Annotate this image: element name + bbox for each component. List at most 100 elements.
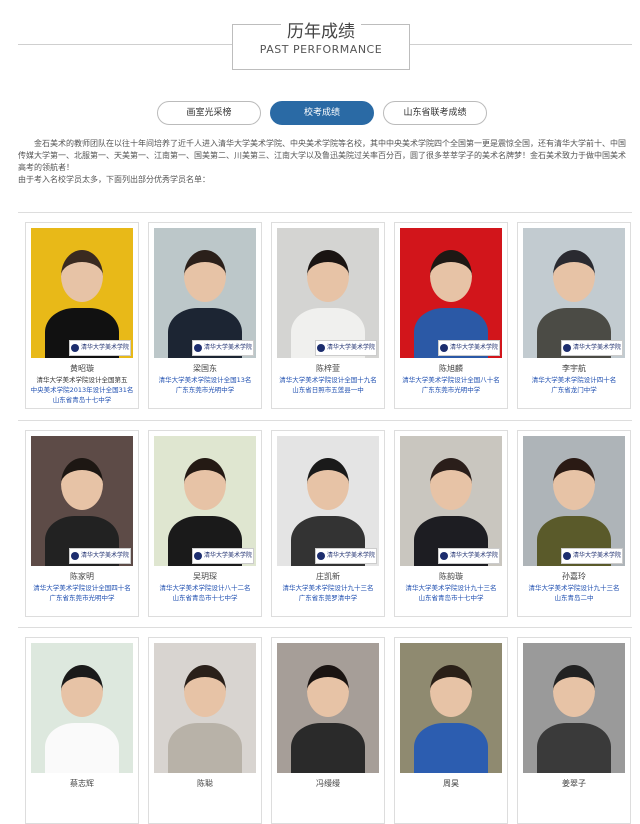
student-name: 陈家明 bbox=[70, 572, 94, 581]
logo-text: 清华大学美术学院 bbox=[572, 344, 621, 351]
student-name: 黄昭璇 bbox=[70, 364, 94, 373]
seal-icon bbox=[316, 551, 325, 560]
header-title-box: 历年成绩 PAST PERFORMANCE bbox=[232, 17, 410, 70]
achievement-line: 山东省青岛市十七中学 bbox=[418, 594, 484, 602]
seal-icon bbox=[439, 343, 448, 352]
student-photo bbox=[154, 643, 256, 773]
student-photo: 清华大学美术学院 bbox=[154, 228, 256, 358]
achievement-line: 山东青岛二中 bbox=[554, 594, 594, 602]
achievement-line: 山东省青岛十七中学 bbox=[52, 396, 112, 404]
photo-head bbox=[553, 665, 595, 717]
student-achievement: 清华大学美术学院设计全国第五 中央美术学院2013年设计全国31名 山东省青岛十七中… bbox=[30, 375, 134, 405]
header-divider-right bbox=[408, 44, 632, 45]
school-logo: 清华大学美术学院 bbox=[561, 340, 623, 356]
student-name: 陈旭麟 bbox=[439, 364, 463, 373]
student-achievement: 清华大学美术学院设计全国13名 广东东莞市光明中学 bbox=[153, 375, 257, 395]
photo-torso bbox=[291, 723, 365, 773]
student-name: 孙嘉玲 bbox=[562, 572, 586, 581]
photo-head bbox=[61, 665, 103, 717]
logo-text: 清华大学美术学院 bbox=[80, 344, 129, 351]
achievement-line: 山东省日照市五莲县一中 bbox=[292, 386, 364, 394]
logo-text: 清华大学美术学院 bbox=[203, 344, 252, 351]
photo-head bbox=[553, 250, 595, 302]
student-name: 陈韵璇 bbox=[439, 572, 463, 581]
logo-text: 清华大学美术学院 bbox=[449, 344, 498, 351]
divider bbox=[18, 627, 632, 628]
student-photo: 清华大学美术学院 bbox=[31, 228, 133, 358]
achievement-line: 清华大学美术学院设计九十三名 bbox=[282, 584, 374, 592]
school-logo: 清华大学美术学院 bbox=[192, 340, 254, 356]
student-name: 蔡志辉 bbox=[70, 779, 94, 788]
student-card[interactable]: 清华大学美术学院 陈梓萱 清华大学美术学院设计全国十九名 山东省日照市五莲县一中 bbox=[271, 222, 385, 409]
seal-icon bbox=[439, 551, 448, 560]
student-card[interactable]: 清华大学美术学院孙嘉玲清华大学美术学院设计九十三名 山东青岛二中 bbox=[517, 430, 631, 617]
achievement-line: 清华大学美术学院设计九十三名 bbox=[528, 584, 620, 592]
intro-paragraph: 金石美术的教师团队在以往十年间培养了近千人进入清华大学美术学院、中央美术学院等名… bbox=[18, 139, 626, 172]
photo-head bbox=[430, 665, 472, 717]
logo-text: 清华大学美术学院 bbox=[572, 552, 621, 559]
photo-head bbox=[61, 458, 103, 510]
logo-text: 清华大学美术学院 bbox=[203, 552, 252, 559]
tab-studio-rankings[interactable]: 画室光采榜 bbox=[157, 101, 261, 125]
divider bbox=[18, 420, 632, 421]
intro-text: 金石美术的教师团队在以往十年间培养了近千人进入清华大学美术学院、中央美术学院等名… bbox=[18, 138, 630, 186]
student-photo bbox=[31, 643, 133, 773]
photo-torso bbox=[537, 723, 611, 773]
student-card[interactable]: 清华大学美术学院 陈旭麟 清华大学美术学院设计全国八十名 广东东莞市光明中学 bbox=[394, 222, 508, 409]
achievement-line: 广东省东莞罗清中学 bbox=[298, 594, 358, 602]
photo-head bbox=[184, 665, 226, 717]
student-card[interactable]: 清华大学美术学院 吴玥琛 清华大学美术学院设计八十二名 山东省青岛市十七中学 bbox=[148, 430, 262, 617]
student-name: 庄凯新 bbox=[316, 572, 340, 581]
student-photo: 清华大学美术学院 bbox=[400, 228, 502, 358]
achievement-line: 清华大学美术学院设计全国13名 bbox=[158, 376, 252, 384]
student-photo: 清华大学美术学院 bbox=[154, 436, 256, 566]
student-photo: 清华大学美术学院 bbox=[523, 436, 625, 566]
student-card[interactable]: 清华大学美术学院陈韵璇清华大学美术学院设计九十三名 山东省青岛市十七中学 bbox=[394, 430, 508, 617]
logo-text: 清华大学美术学院 bbox=[449, 552, 498, 559]
header-divider-left bbox=[18, 44, 232, 45]
school-logo: 清华大学美术学院 bbox=[192, 548, 254, 564]
school-logo: 清华大学美术学院 bbox=[438, 548, 500, 564]
photo-torso bbox=[45, 723, 119, 773]
photo-torso bbox=[414, 723, 488, 773]
student-card[interactable]: 清华大学美术学院 陈家明 清华大学美术学院设计全国四十名 广东省东莞市光明中学 bbox=[25, 430, 139, 617]
achievement-line: 清华大学美术学院设计八十二名 bbox=[159, 584, 251, 592]
student-photo: 清华大学美术学院 bbox=[277, 436, 379, 566]
school-logo: 清华大学美术学院 bbox=[69, 548, 131, 564]
achievement-line: 清华大学美术学院设计全国十九名 bbox=[279, 376, 377, 384]
section-header: 历年成绩 PAST PERFORMANCE bbox=[0, 0, 640, 80]
achievement-line: 清华大学美术学院设计全国第五 bbox=[36, 376, 128, 384]
photo-head bbox=[307, 250, 349, 302]
student-card[interactable]: 清华大学美术学院梁国东清华大学美术学院设计全国13名 广东东莞市光明中学 bbox=[148, 222, 262, 409]
school-logo: 清华大学美术学院 bbox=[315, 548, 377, 564]
school-logo: 清华大学美术学院 bbox=[69, 340, 131, 356]
student-achievement: 清华大学美术学院设计四十名 广东省龙门中学 bbox=[522, 375, 626, 395]
photo-head bbox=[430, 250, 472, 302]
student-name: 梁国东 bbox=[193, 364, 217, 373]
student-name: 周昊 bbox=[443, 779, 459, 788]
tab-school-exam-results[interactable]: 校考成绩 bbox=[270, 101, 374, 125]
student-achievement: 清华大学美术学院设计九十三名 山东省青岛市十七中学 bbox=[399, 583, 503, 603]
student-card[interactable]: 清华大学美术学院黄昭璇清华大学美术学院设计全国第五 中央美术学院2013年设计全国… bbox=[25, 222, 139, 409]
achievement-line: 广东省东莞市光明中学 bbox=[49, 594, 115, 602]
student-name: 李宇航 bbox=[562, 364, 586, 373]
intro-note: 由于考入名校学员太多，下面列出部分优秀学员名单： bbox=[18, 175, 210, 184]
school-logo: 清华大学美术学院 bbox=[315, 340, 377, 356]
achievement-line: 山东省青岛市十七中学 bbox=[172, 594, 238, 602]
student-achievement: 清华大学美术学院设计全国十九名 山东省日照市五莲县一中 bbox=[276, 375, 380, 395]
photo-head bbox=[307, 665, 349, 717]
student-photo: 清华大学美术学院 bbox=[400, 436, 502, 566]
achievement-line: 广东东莞市光明中学 bbox=[175, 386, 235, 394]
page-title: 历年成绩 bbox=[281, 17, 361, 42]
page-subtitle: PAST PERFORMANCE bbox=[259, 43, 383, 56]
seal-icon bbox=[562, 551, 571, 560]
student-card[interactable]: 清华大学美术学院庄凯新清华大学美术学院设计九十三名 广东省东莞罗清中学 bbox=[271, 430, 385, 617]
seal-icon bbox=[193, 343, 202, 352]
student-photo bbox=[277, 643, 379, 773]
achievement-line: 中央美术学院2013年设计全国31名 bbox=[30, 386, 134, 394]
photo-head bbox=[184, 250, 226, 302]
student-achievement: 清华大学美术学院设计八十二名 山东省青岛市十七中学 bbox=[153, 583, 257, 603]
student-card[interactable]: 清华大学美术学院李宇航清华大学美术学院设计四十名 广东省龙门中学 bbox=[517, 222, 631, 409]
tab-shandong-joint-exam[interactable]: 山东省联考成绩 bbox=[383, 101, 487, 125]
tab-bar: 画室光采榜 校考成绩 山东省联考成绩 bbox=[0, 101, 640, 125]
